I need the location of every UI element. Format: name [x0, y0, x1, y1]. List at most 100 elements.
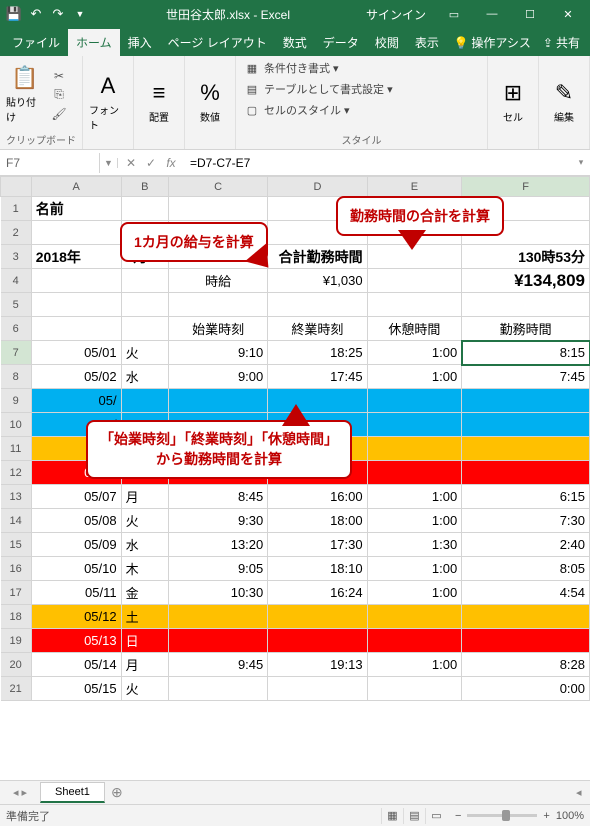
cell[interactable]: 05/02 — [31, 365, 121, 389]
row-header[interactable]: 13 — [1, 485, 32, 509]
cell[interactable] — [462, 293, 590, 317]
cell[interactable]: 火 — [121, 509, 168, 533]
cell[interactable]: 休憩時間 — [367, 317, 462, 341]
close-icon[interactable]: ✕ — [550, 2, 586, 26]
ribbon-options-icon[interactable]: ▭ — [436, 2, 472, 26]
cell[interactable] — [168, 677, 267, 701]
view-layout-icon[interactable]: ▤ — [403, 808, 425, 824]
cell[interactable]: ¥1,030 — [268, 269, 367, 293]
row-header[interactable]: 2 — [1, 221, 32, 245]
cell[interactable]: 月 — [121, 485, 168, 509]
cell[interactable] — [462, 437, 590, 461]
cell[interactable]: 水 — [121, 365, 168, 389]
cell[interactable]: 05/10 — [31, 557, 121, 581]
view-normal-icon[interactable]: ▦ — [381, 808, 403, 824]
select-all-corner[interactable] — [1, 177, 32, 197]
cell[interactable]: 日 — [121, 629, 168, 653]
row-header[interactable]: 17 — [1, 581, 32, 605]
cell[interactable]: 月 — [121, 653, 168, 677]
row-header[interactable]: 14 — [1, 509, 32, 533]
cell[interactable]: 16:00 — [268, 485, 367, 509]
cut-icon[interactable]: ✂ — [48, 67, 70, 85]
tab-file[interactable]: ファイル — [4, 29, 68, 56]
cell[interactable] — [268, 293, 367, 317]
view-pagebreak-icon[interactable]: ▭ — [425, 808, 447, 824]
cell[interactable] — [462, 389, 590, 413]
cell[interactable]: 火 — [121, 677, 168, 701]
format-as-table-button[interactable]: ▤テーブルとして書式設定 ▾ — [242, 80, 395, 98]
cell[interactable]: 05/12 — [31, 605, 121, 629]
cell[interactable] — [168, 293, 267, 317]
undo-icon[interactable]: ↶ — [26, 4, 46, 24]
cell-styles-button[interactable]: ▢セルのスタイル ▾ — [242, 101, 352, 119]
col-header-B[interactable]: B — [121, 177, 168, 197]
tab-data[interactable]: データ — [315, 29, 367, 56]
cell[interactable]: 始業時刻 — [168, 317, 267, 341]
copy-icon[interactable]: ⎘ — [48, 86, 70, 104]
cell[interactable]: 8:45 — [168, 485, 267, 509]
cell[interactable]: 130時53分 — [462, 245, 590, 269]
cell[interactable]: 9:10 — [168, 341, 267, 365]
cell[interactable]: 13:20 — [168, 533, 267, 557]
cells-group-button[interactable]: ⊞セル — [494, 72, 532, 132]
editing-group-button[interactable]: ✎編集 — [545, 72, 583, 132]
cell[interactable] — [367, 605, 462, 629]
cell[interactable] — [367, 269, 462, 293]
cell[interactable] — [367, 437, 462, 461]
cell[interactable]: 火 — [121, 341, 168, 365]
cell[interactable] — [168, 389, 267, 413]
tab-scroll-icon[interactable]: ◂ — [576, 786, 590, 799]
cell[interactable]: 16:24 — [268, 581, 367, 605]
cell[interactable] — [31, 269, 121, 293]
tab-view[interactable]: 表示 — [407, 29, 447, 56]
row-header[interactable]: 12 — [1, 461, 32, 485]
name-box[interactable]: F7 — [0, 153, 100, 173]
cell[interactable] — [462, 629, 590, 653]
cell[interactable] — [121, 389, 168, 413]
zoom-out-icon[interactable]: − — [455, 810, 461, 822]
formula-bar[interactable]: =D7-C7-E7 — [184, 153, 572, 173]
cell[interactable]: 時給 — [168, 269, 267, 293]
cell[interactable] — [121, 293, 168, 317]
enter-formula-icon[interactable]: ✓ — [142, 156, 160, 170]
maximize-icon[interactable]: ☐ — [512, 2, 548, 26]
cell[interactable]: 05/09 — [31, 533, 121, 557]
row-header[interactable]: 7 — [1, 341, 32, 365]
qat-customize-icon[interactable]: ▼ — [70, 4, 90, 24]
row-header[interactable]: 5 — [1, 293, 32, 317]
cell[interactable] — [31, 293, 121, 317]
cell[interactable]: 8:15 — [462, 341, 590, 365]
cell[interactable]: 18:00 — [268, 509, 367, 533]
cell[interactable]: 8:05 — [462, 557, 590, 581]
cell[interactable]: 9:30 — [168, 509, 267, 533]
paste-button[interactable]: 📋貼り付け — [6, 65, 44, 125]
row-header[interactable]: 18 — [1, 605, 32, 629]
cell[interactable] — [268, 629, 367, 653]
cell[interactable]: 合計勤務時間 — [268, 245, 367, 269]
row-header[interactable]: 10 — [1, 413, 32, 437]
cell[interactable] — [121, 317, 168, 341]
col-header-E[interactable]: E — [367, 177, 462, 197]
zoom-in-icon[interactable]: + — [543, 810, 549, 822]
row-header[interactable]: 15 — [1, 533, 32, 557]
cell[interactable]: 4:54 — [462, 581, 590, 605]
zoom-slider[interactable] — [467, 814, 537, 817]
fx-icon[interactable]: fx — [162, 156, 180, 170]
cell[interactable]: 19:13 — [268, 653, 367, 677]
cancel-formula-icon[interactable]: ✕ — [122, 156, 140, 170]
col-header-F[interactable]: F — [462, 177, 590, 197]
cell[interactable]: 17:45 — [268, 365, 367, 389]
cell[interactable]: 1:00 — [367, 341, 462, 365]
cell[interactable] — [168, 629, 267, 653]
format-painter-icon[interactable]: 🖌 — [48, 105, 70, 123]
cell[interactable]: ¥134,809 — [462, 269, 590, 293]
share-button[interactable]: ⇪共有 — [537, 29, 586, 56]
tab-layout[interactable]: ページ レイアウト — [160, 29, 275, 56]
row-header[interactable]: 20 — [1, 653, 32, 677]
align-group-button[interactable]: ≡配置 — [140, 72, 178, 132]
signin-button[interactable]: サインイン — [366, 6, 426, 23]
cell[interactable]: 勤務時間 — [462, 317, 590, 341]
row-header[interactable]: 6 — [1, 317, 32, 341]
cell[interactable]: 0:00 — [462, 677, 590, 701]
cell[interactable]: 6:15 — [462, 485, 590, 509]
